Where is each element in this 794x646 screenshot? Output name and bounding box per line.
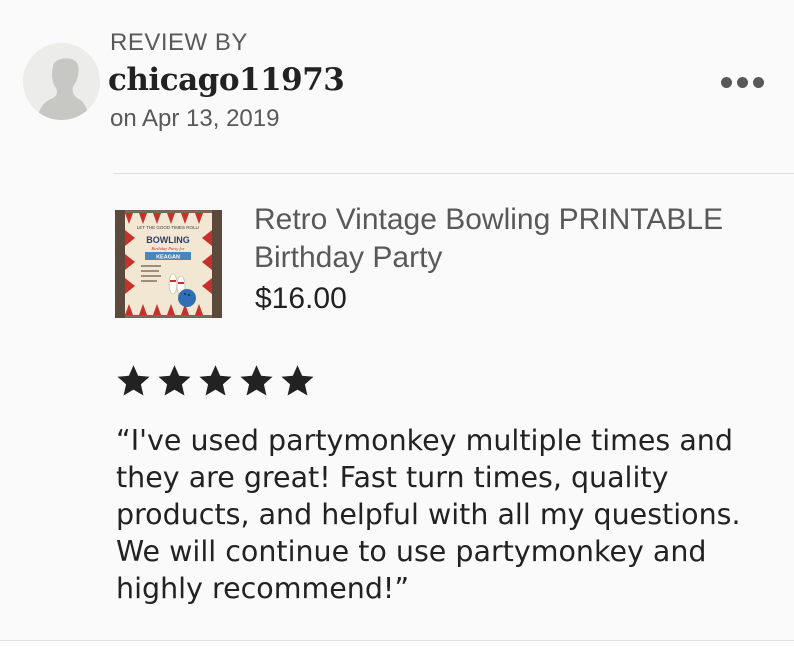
review-text: “I've used partymonkey multiple times an… <box>116 424 741 605</box>
review-by-label: REVIEW BY <box>110 29 248 56</box>
more-options-icon <box>720 76 764 88</box>
star-icon <box>281 365 314 396</box>
review-date: on Apr 13, 2019 <box>110 105 280 132</box>
thumb-subline: Birthday Party for <box>151 246 184 251</box>
default-avatar-icon <box>23 43 100 120</box>
star-icon <box>117 365 150 396</box>
review-card: REVIEW BY chicago11973 on Apr 13, 2019 L… <box>0 0 794 646</box>
star-icon <box>240 365 273 396</box>
bowling-invitation-image: LET THE GOOD TIMES ROLL! BOWLING Birthda… <box>115 210 222 318</box>
thumb-headline: BOWLING <box>146 235 190 245</box>
listing-thumbnail[interactable]: LET THE GOOD TIMES ROLL! BOWLING Birthda… <box>115 210 222 318</box>
thumb-name: KEAGAN <box>156 255 180 261</box>
divider <box>0 640 794 641</box>
more-options-button[interactable] <box>712 66 772 98</box>
avatar[interactable] <box>23 43 100 120</box>
thumb-banner: LET THE GOOD TIMES ROLL! <box>137 225 200 230</box>
star-rating <box>115 363 316 399</box>
listing-title[interactable]: Retro Vintage Bowling PRINTABLE Birthday… <box>254 201 774 277</box>
reviewer-username[interactable]: chicago11973 <box>108 58 345 102</box>
star-icon <box>199 365 232 396</box>
divider <box>113 173 794 174</box>
star-icon <box>158 365 191 396</box>
listing-price: $16.00 <box>255 282 347 315</box>
